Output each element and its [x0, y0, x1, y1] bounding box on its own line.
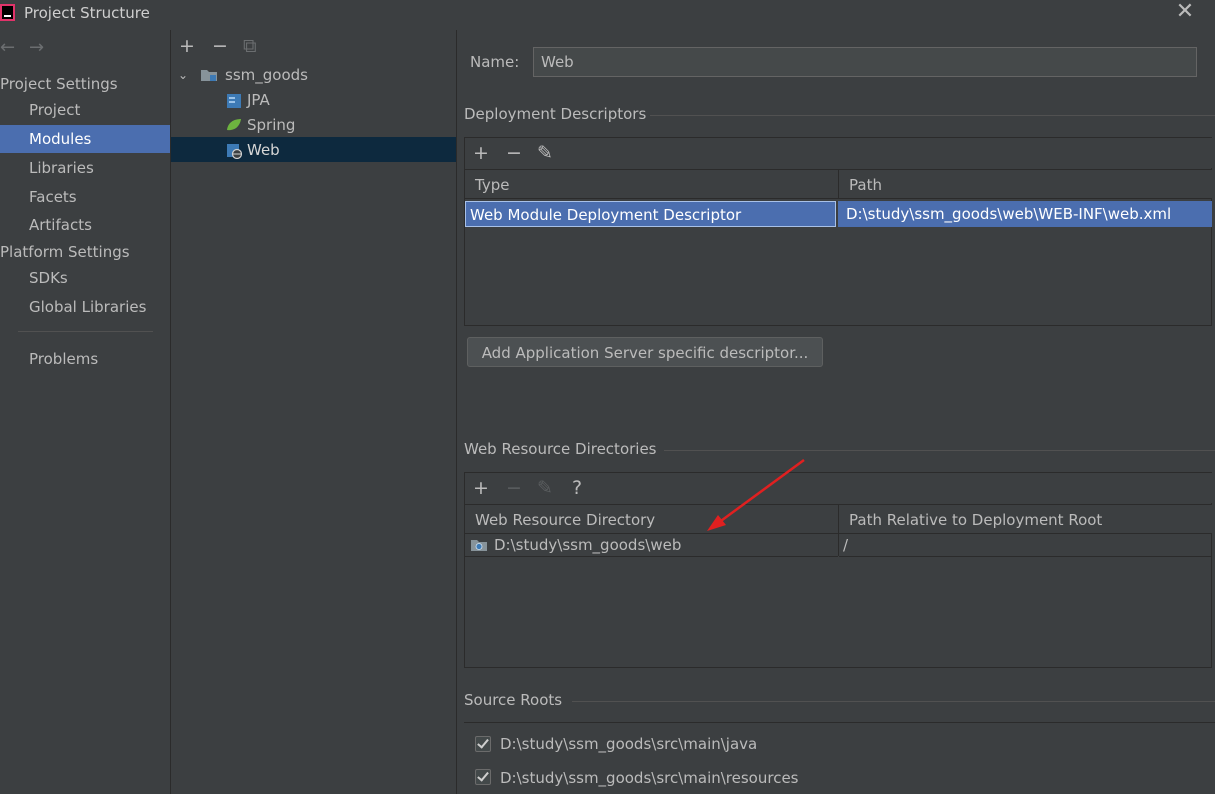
sidebar-item-artifacts[interactable]: Artifacts — [0, 211, 170, 239]
add-resource-icon[interactable]: + — [473, 478, 489, 498]
copy-module-button[interactable]: ⧉ — [243, 36, 257, 56]
window-title: Project Structure — [24, 4, 150, 22]
project-settings-heading: Project Settings — [0, 75, 118, 93]
edit-resource-icon[interactable]: ✎ — [537, 478, 553, 498]
relative-path-cell[interactable]: / — [839, 533, 1212, 557]
edit-descriptor-icon[interactable]: ✎ — [537, 143, 553, 163]
add-application-server-descriptor-button[interactable]: Add Application Server specific descript… — [467, 337, 823, 367]
table-row-type-cell[interactable]: Web Module Deployment Descriptor — [465, 201, 836, 227]
sidebar-item-libraries[interactable]: Libraries — [0, 154, 170, 182]
annotation-arrow-icon — [707, 458, 805, 531]
source-roots-heading: Source Roots — [464, 691, 563, 709]
source-root-label: D:\study\ssm_goods\src\main\java — [500, 735, 758, 753]
source-root-checkbox[interactable] — [475, 769, 491, 785]
remove-module-button[interactable]: − — [212, 36, 228, 56]
deployment-toolbar: + − ✎ — [465, 137, 1212, 168]
sidebar-item-global-libraries[interactable]: Global Libraries — [0, 293, 170, 321]
tree-row-web-selected[interactable] — [171, 137, 456, 162]
sidebar-item-sdks[interactable]: SDKs — [0, 264, 170, 292]
sidebar-item-modules[interactable]: Modules — [0, 125, 170, 153]
table-row[interactable]: D:\study\ssm_goods\web — [465, 533, 838, 557]
add-module-button[interactable]: + — [179, 36, 195, 56]
intellij-app-icon — [0, 4, 15, 21]
module-folder-icon — [201, 70, 217, 81]
deployment-descriptors-heading: Deployment Descriptors — [464, 105, 647, 123]
table-row-path-cell[interactable]: D:\study\ssm_goods\web\WEB-INF\web.xml — [838, 201, 1212, 227]
column-separator[interactable] — [838, 169, 839, 199]
forward-arrow-icon[interactable]: → — [29, 37, 44, 58]
web-folder-icon — [471, 540, 487, 551]
remove-resource-icon[interactable]: − — [506, 478, 522, 498]
tree-label-ssm-goods: ssm_goods — [225, 66, 308, 84]
sidebar-item-facets[interactable]: Facets — [0, 183, 170, 211]
web-facet-icon — [227, 144, 242, 159]
sidebar-item-project[interactable]: Project — [0, 96, 170, 124]
section-divider — [572, 701, 1215, 702]
source-root-label: D:\study\ssm_goods\src\main\resources — [500, 769, 799, 787]
web-resource-directories-heading: Web Resource Directories — [464, 440, 657, 458]
back-arrow-icon[interactable]: ← — [0, 37, 15, 58]
spring-leaf-icon — [227, 119, 241, 131]
tree-label-spring: Spring — [247, 116, 296, 134]
chevron-down-icon[interactable]: ⌄ — [178, 63, 188, 87]
help-icon[interactable]: ? — [572, 478, 582, 498]
sidebar-item-problems[interactable]: Problems — [0, 345, 170, 373]
column-header-path[interactable]: Path — [839, 169, 1212, 199]
section-divider — [664, 450, 1215, 451]
source-root-checkbox[interactable] — [475, 736, 491, 752]
name-label: Name: — [470, 53, 520, 71]
close-button[interactable]: ✕ — [1174, 1, 1196, 25]
source-roots-frame — [464, 722, 1215, 723]
name-field[interactable] — [533, 47, 1197, 77]
platform-settings-heading: Platform Settings — [0, 243, 130, 261]
title-bar — [0, 0, 1215, 30]
column-header-relative-path[interactable]: Path Relative to Deployment Root — [839, 504, 1212, 534]
section-divider — [650, 115, 1215, 116]
tree-label-web: Web — [247, 141, 280, 159]
jpa-icon — [227, 94, 241, 108]
column-header-type[interactable]: Type — [465, 169, 839, 199]
tree-label-jpa: JPA — [247, 91, 270, 109]
web-resource-directory-cell: D:\study\ssm_goods\web — [494, 536, 682, 554]
add-descriptor-icon[interactable]: + — [473, 143, 489, 163]
remove-descriptor-icon[interactable]: − — [506, 143, 522, 163]
web-resources-toolbar: + − ✎ ? — [465, 472, 1212, 503]
sidebar-divider — [18, 331, 153, 332]
